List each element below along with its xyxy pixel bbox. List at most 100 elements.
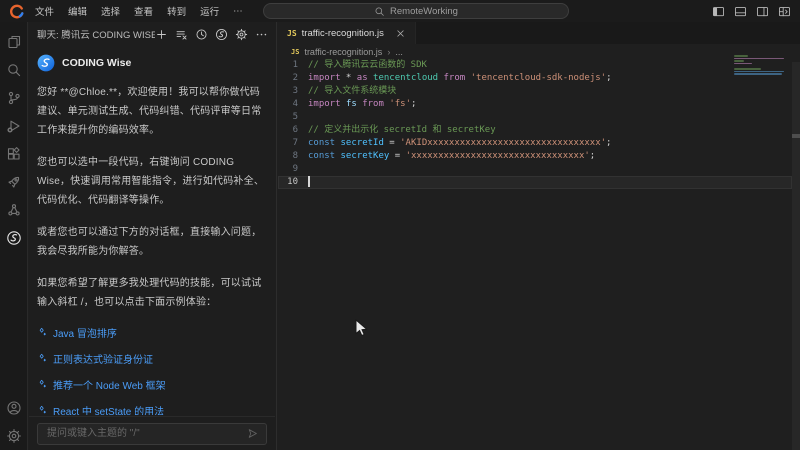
activitybar-item-source-control[interactable] bbox=[0, 84, 28, 112]
code-line-3[interactable]: 3// 导入文件系统模块 bbox=[278, 85, 792, 98]
titlebar: 文件编辑选择查看转到运行⋯ RemoteWorking bbox=[0, 0, 800, 22]
activitybar-item-cloud-studio[interactable] bbox=[0, 168, 28, 196]
assistant-header: CODING Wise bbox=[37, 54, 267, 72]
chat-paragraph-2: 或者您也可以通过下方的对话框，直接输入问题，我会尽我所能为你解答。 bbox=[37, 223, 267, 261]
coding-wise-avatar bbox=[37, 54, 55, 72]
line-content: const secretKey = 'xxxxxxxxxxxxxxxxxxxxx… bbox=[308, 150, 595, 163]
activitybar-item-coding-wise[interactable] bbox=[0, 224, 28, 252]
code-line-9[interactable]: 9 bbox=[278, 163, 792, 176]
line-number: 6 bbox=[278, 124, 308, 137]
example-link-3[interactable]: React 中 setState 的用法 bbox=[37, 403, 267, 415]
chat-paragraph-1: 您也可以选中一段代码，右键询问 CODING Wise，快速调用常用智能指令，进… bbox=[37, 153, 267, 210]
clear-chat-icon[interactable] bbox=[175, 28, 188, 41]
breadcrumb-symbol[interactable]: ... bbox=[395, 47, 403, 57]
chat-panel: 聊天: 腾讯云 CODING WISE CODING Wise 您好 **@Ch… bbox=[29, 22, 277, 450]
send-icon[interactable] bbox=[246, 427, 259, 440]
chat-paragraph-0: 您好 **@Chloe.**，欢迎使用！我可以帮你做代码建议、单元测试生成、代码… bbox=[37, 83, 267, 140]
menu-item-0[interactable]: 文件 bbox=[28, 4, 61, 18]
command-center-search[interactable]: RemoteWorking bbox=[263, 3, 569, 19]
gear-icon bbox=[6, 428, 22, 444]
source-control-icon bbox=[6, 90, 22, 106]
breadcrumb-file[interactable]: traffic-recognition.js bbox=[304, 47, 382, 57]
layout-customize-icon[interactable] bbox=[778, 5, 791, 18]
example-link-label: Java 冒泡排序 bbox=[53, 325, 117, 340]
editor-group: JS traffic-recognition.js JS traffic-rec… bbox=[278, 22, 800, 450]
activitybar-item-extensions[interactable] bbox=[0, 140, 28, 168]
history-icon[interactable] bbox=[195, 28, 208, 41]
menu-item-6[interactable]: ⋯ bbox=[226, 6, 250, 17]
search-value: RemoteWorking bbox=[390, 6, 458, 17]
sparkle-icon bbox=[37, 327, 48, 338]
close-tab-icon[interactable] bbox=[395, 28, 406, 39]
line-number: 4 bbox=[278, 98, 308, 111]
code-area[interactable]: 1// 导入腾讯云云函数的 SDK2import * as tencentclo… bbox=[278, 59, 792, 189]
code-line-4[interactable]: 4import fs from 'fs'; bbox=[278, 98, 792, 111]
account-icon bbox=[6, 400, 22, 416]
sparkle-icon bbox=[37, 405, 48, 415]
line-content: const secretId = 'AKIDxxxxxxxxxxxxxxxxxx… bbox=[308, 137, 611, 150]
menu-item-2[interactable]: 选择 bbox=[94, 4, 127, 18]
triad-icon bbox=[6, 202, 22, 218]
chat-panel-header: 聊天: 腾讯云 CODING WISE bbox=[29, 22, 276, 46]
line-number: 9 bbox=[278, 163, 308, 176]
line-content: import * as tencentcloud from 'tencentcl… bbox=[308, 72, 612, 85]
sparkle-icon bbox=[37, 379, 48, 390]
activitybar-item-workspace[interactable] bbox=[0, 196, 28, 224]
minimap-line bbox=[734, 60, 744, 62]
example-link-label: React 中 setState 的用法 bbox=[53, 403, 164, 415]
code-line-8[interactable]: 8const secretKey = 'xxxxxxxxxxxxxxxxxxxx… bbox=[278, 150, 792, 163]
code-line-7[interactable]: 7const secretId = 'AKIDxxxxxxxxxxxxxxxxx… bbox=[278, 137, 792, 150]
line-content: import fs from 'fs'; bbox=[308, 98, 416, 111]
text-cursor bbox=[308, 176, 310, 187]
chat-paragraph-3: 如果您希望了解更多我处理代码的技能，可以试试输入斜杠 /，也可以点击下面示例体验… bbox=[37, 274, 267, 312]
wise-small-icon[interactable] bbox=[215, 28, 228, 41]
example-link-label: 正则表达式验证身份证 bbox=[53, 351, 153, 366]
code-line-6[interactable]: 6// 定义并出示化 secretId 和 secretKey bbox=[278, 124, 792, 137]
new-chat-icon[interactable] bbox=[155, 28, 168, 41]
breadcrumb-separator: › bbox=[387, 47, 390, 57]
activitybar-item-explorer[interactable] bbox=[0, 28, 28, 56]
line-content: // 导入腾讯云云函数的 SDK bbox=[308, 59, 427, 72]
layout-sidebar-right-icon[interactable] bbox=[756, 5, 769, 18]
chat-panel-actions bbox=[155, 28, 268, 41]
chat-input-box[interactable] bbox=[37, 423, 267, 445]
activitybar-item-settings[interactable] bbox=[0, 422, 28, 450]
layout-panel-bottom-icon[interactable] bbox=[734, 5, 747, 18]
tab-traffic-recognition[interactable]: JS traffic-recognition.js bbox=[278, 22, 416, 44]
line-number: 5 bbox=[278, 111, 308, 124]
search-icon bbox=[374, 6, 385, 17]
menu-item-4[interactable]: 转到 bbox=[160, 4, 193, 18]
code-line-2[interactable]: 2import * as tencentcloud from 'tencentc… bbox=[278, 72, 792, 85]
breadcrumb: JS traffic-recognition.js › ... bbox=[278, 44, 800, 59]
example-link-2[interactable]: 推荐一个 Node Web 框架 bbox=[37, 377, 267, 392]
scrollbar[interactable] bbox=[792, 62, 800, 450]
scrollbar-thumb bbox=[792, 134, 800, 138]
line-number: 3 bbox=[278, 85, 308, 98]
sparkle-icon bbox=[37, 353, 48, 364]
menu-item-5[interactable]: 运行 bbox=[193, 4, 226, 18]
example-link-label: 推荐一个 Node Web 框架 bbox=[53, 377, 166, 392]
more-icon[interactable] bbox=[255, 28, 268, 41]
line-number: 8 bbox=[278, 150, 308, 163]
layout-controls bbox=[712, 0, 791, 22]
activitybar-item-account[interactable] bbox=[0, 394, 28, 422]
gear-icon[interactable] bbox=[235, 28, 248, 41]
example-link-1[interactable]: 正则表达式验证身份证 bbox=[37, 351, 267, 366]
activity-bar bbox=[0, 22, 28, 450]
chat-messages: CODING Wise 您好 **@Chloe.**，欢迎使用！我可以帮你做代码… bbox=[29, 46, 275, 415]
menu-item-3[interactable]: 查看 bbox=[127, 4, 160, 18]
menu-item-1[interactable]: 编辑 bbox=[61, 4, 94, 18]
activitybar-item-search[interactable] bbox=[0, 56, 28, 84]
code-line-5[interactable]: 5 bbox=[278, 111, 792, 124]
activitybar-item-run-and-debug[interactable] bbox=[0, 112, 28, 140]
code-line-1[interactable]: 1// 导入腾讯云云函数的 SDK bbox=[278, 59, 792, 72]
layout-sidebar-left-icon[interactable] bbox=[712, 5, 725, 18]
minimap-line bbox=[734, 58, 784, 60]
chat-input[interactable] bbox=[45, 427, 240, 440]
coding-wise-icon bbox=[6, 230, 22, 246]
code-line-10[interactable]: 10 bbox=[278, 176, 792, 189]
js-file-icon-small: JS bbox=[291, 48, 299, 56]
minimap[interactable] bbox=[734, 55, 786, 81]
mouse-cursor bbox=[355, 319, 368, 338]
example-link-0[interactable]: Java 冒泡排序 bbox=[37, 325, 267, 340]
